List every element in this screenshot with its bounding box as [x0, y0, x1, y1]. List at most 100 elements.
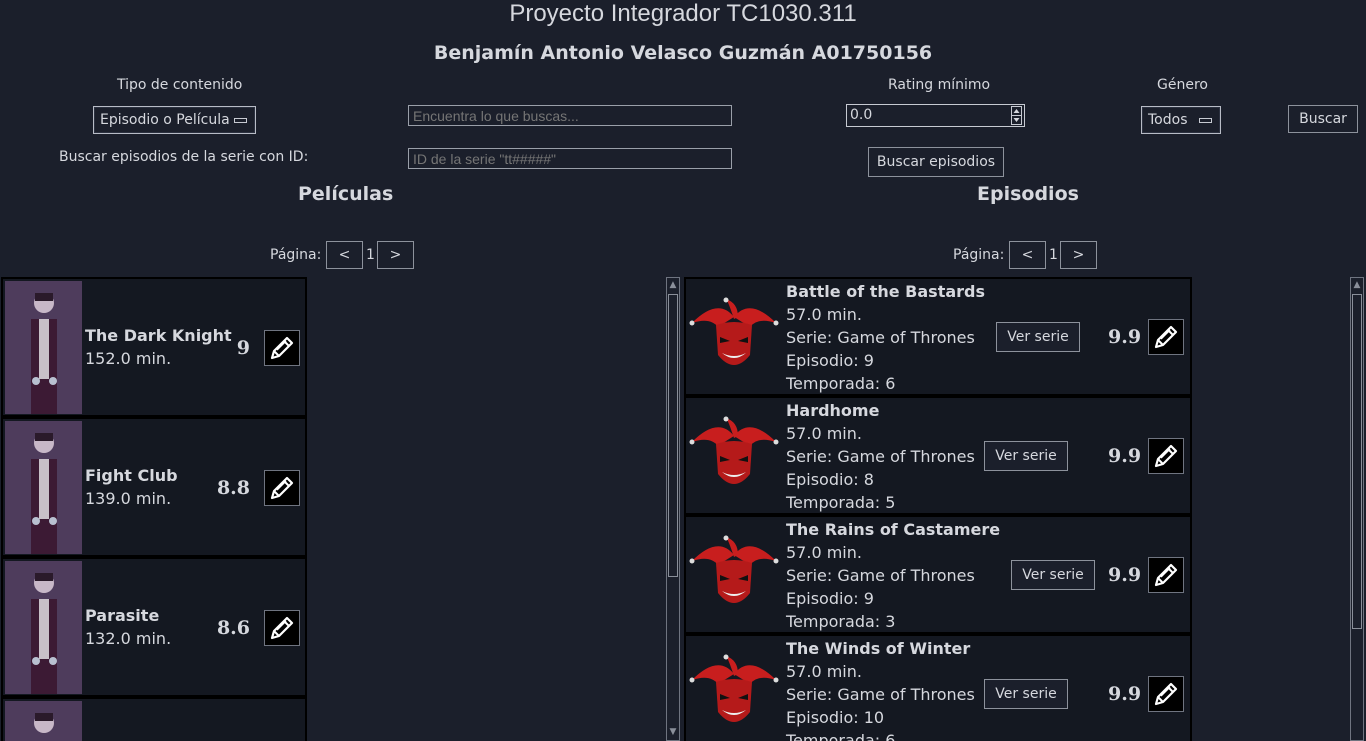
- search-episodes-button[interactable]: Buscar episodios: [868, 147, 1004, 177]
- episodes-next-page-button[interactable]: >: [1060, 241, 1097, 269]
- movie-rating: 8.6: [216, 617, 250, 639]
- episode-card: Battle of the Bastards 57.0 min. Serie: …: [684, 277, 1192, 396]
- episode-number: Episodio: 10: [786, 708, 885, 727]
- movie-poster: [5, 701, 82, 741]
- episode-card: The Winds of Winter 57.0 min. Serie: Gam…: [684, 634, 1192, 741]
- search-input[interactable]: [408, 105, 732, 126]
- pencil-icon: [270, 476, 294, 500]
- scroll-up-arrow-icon[interactable]: ▲: [1351, 278, 1363, 292]
- episodes-heading: Episodios: [977, 183, 1079, 205]
- edit-rating-button[interactable]: [1148, 319, 1184, 355]
- movie-title: Parasite: [85, 606, 160, 625]
- jester-icon: [689, 297, 779, 365]
- edit-rating-button[interactable]: [1148, 557, 1184, 593]
- movie-poster: [5, 421, 82, 554]
- episodes-scrollbar[interactable]: ▲: [1350, 277, 1364, 741]
- movie-title: Fight Club: [85, 466, 178, 485]
- content-type-value: Episodio o Película: [100, 112, 230, 128]
- episode-series: Serie: Game of Thrones: [786, 685, 975, 704]
- episode-title: The Winds of Winter: [786, 639, 971, 658]
- author-subtitle: Benjamín Antonio Velasco Guzmán A0175015…: [433, 42, 933, 64]
- edit-rating-button[interactable]: [264, 330, 300, 366]
- pencil-icon: [1154, 682, 1178, 706]
- jester-icon: [689, 654, 779, 722]
- episode-season: Temporada: 3: [786, 612, 896, 631]
- pencil-icon: [1154, 325, 1178, 349]
- episode-series: Serie: Game of Thrones: [786, 566, 975, 585]
- episode-title: Battle of the Bastards: [786, 282, 986, 301]
- jester-icon: [689, 535, 779, 603]
- edit-rating-button[interactable]: [1148, 676, 1184, 712]
- edit-rating-button[interactable]: [264, 470, 300, 506]
- episode-rating: 9.9: [1108, 326, 1142, 348]
- episode-number: Episodio: 9: [786, 351, 874, 370]
- movie-rating: 8.8: [216, 477, 250, 499]
- view-series-button[interactable]: Ver serie: [984, 679, 1068, 709]
- pencil-icon: [270, 616, 294, 640]
- movies-page-label: Página:: [270, 247, 322, 263]
- movie-duration: 152.0 min.: [85, 349, 172, 368]
- episode-rating: 9.9: [1108, 564, 1142, 586]
- edit-rating-button[interactable]: [264, 610, 300, 646]
- movies-page-number: 1: [366, 247, 375, 263]
- episode-number: Episodio: 8: [786, 470, 874, 489]
- episodes-scroll-thumb[interactable]: [1352, 294, 1362, 629]
- movie-poster: [5, 281, 82, 414]
- movie-duration: 139.0 min.: [85, 489, 172, 508]
- jester-icon: [689, 416, 779, 484]
- view-series-button[interactable]: Ver serie: [1011, 560, 1095, 590]
- rating-value: 0.0: [850, 107, 873, 123]
- genre-label: Género: [1157, 77, 1208, 93]
- episode-card: The Rains of Castamere 57.0 min. Serie: …: [684, 515, 1192, 634]
- series-id-label: Buscar episodios de la serie con ID:: [59, 149, 309, 165]
- episode-card: Hardhome 57.0 min. Serie: Game of Throne…: [684, 396, 1192, 515]
- genre-select[interactable]: Todos: [1141, 106, 1221, 134]
- movie-card: Parasite 132.0 min. 8.6: [1, 557, 307, 697]
- view-series-button[interactable]: Ver serie: [996, 322, 1080, 352]
- episodes-prev-page-button[interactable]: <: [1009, 241, 1046, 269]
- movie-card: Fight Club 139.0 min. 8.8: [1, 417, 307, 557]
- edit-rating-button[interactable]: [1148, 438, 1184, 474]
- rating-spinner[interactable]: 0.0: [846, 104, 1025, 127]
- episode-rating: 9.9: [1108, 683, 1142, 705]
- movie-title: The Dark Knight: [85, 326, 232, 345]
- view-series-button[interactable]: Ver serie: [984, 441, 1068, 471]
- episode-title: Hardhome: [786, 401, 880, 420]
- movies-prev-page-button[interactable]: <: [326, 241, 363, 269]
- scroll-up-arrow-icon[interactable]: ▲: [667, 278, 679, 292]
- movie-card: The Dark Knight 152.0 min. 9: [1, 277, 307, 417]
- episode-duration: 57.0 min.: [786, 305, 862, 324]
- pencil-icon: [1154, 563, 1178, 587]
- episode-season: Temporada: 5: [786, 493, 896, 512]
- content-type-select[interactable]: Episodio o Película: [93, 106, 256, 134]
- episode-duration: 57.0 min.: [786, 424, 862, 443]
- pencil-icon: [1154, 444, 1178, 468]
- episode-series: Serie: Game of Thrones: [786, 447, 975, 466]
- dropdown-indicator-icon: [234, 117, 247, 123]
- episode-season: Temporada: 6: [786, 374, 896, 393]
- episode-series: Serie: Game of Thrones: [786, 328, 975, 347]
- movies-next-page-button[interactable]: >: [377, 241, 414, 269]
- movie-card: [1, 697, 307, 741]
- episode-number: Episodio: 9: [786, 589, 874, 608]
- movies-scroll-thumb[interactable]: [668, 294, 678, 577]
- movie-poster: [5, 561, 82, 694]
- movie-duration: 132.0 min.: [85, 629, 172, 648]
- episode-duration: 57.0 min.: [786, 543, 862, 562]
- episodes-page-label: Página:: [953, 247, 1005, 263]
- episode-season: Temporada: 6: [786, 731, 896, 741]
- content-type-label: Tipo de contenido: [117, 77, 243, 93]
- movies-scrollbar[interactable]: ▲ ▼: [666, 277, 680, 741]
- episode-rating: 9.9: [1108, 445, 1142, 467]
- search-button[interactable]: Buscar: [1288, 105, 1358, 133]
- episode-title: The Rains of Castamere: [786, 520, 1001, 539]
- pencil-icon: [270, 336, 294, 360]
- movie-rating: 9: [236, 337, 250, 359]
- app-title: Proyecto Integrador TC1030.311: [509, 0, 857, 27]
- episode-duration: 57.0 min.: [786, 662, 862, 681]
- series-id-input[interactable]: [408, 148, 732, 169]
- spinner-arrows-icon[interactable]: [1012, 107, 1021, 124]
- scroll-down-arrow-icon[interactable]: ▼: [667, 725, 679, 739]
- genre-value: Todos: [1148, 112, 1188, 128]
- dropdown-indicator-icon: [1199, 117, 1212, 123]
